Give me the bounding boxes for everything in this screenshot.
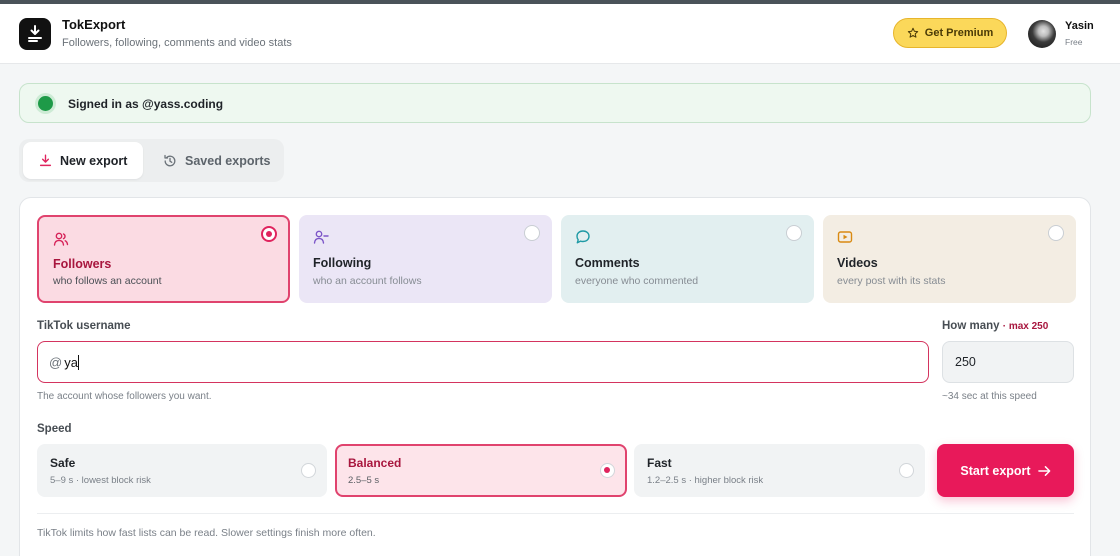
count-value: 250 — [955, 355, 976, 369]
speed-name: Balanced — [348, 456, 402, 470]
type-card-title: Comments — [575, 256, 640, 270]
speed-option-fast[interactable]: Fast 1.2–2.5 s · higher block risk — [634, 444, 925, 497]
username-hint: The account whose followers you want. — [37, 391, 212, 402]
users-icon — [53, 232, 69, 246]
type-card-videos[interactable]: Videos every post with its stats — [823, 215, 1076, 303]
type-card-subtitle: everyone who commented — [575, 275, 699, 287]
count-input[interactable]: 250 — [942, 341, 1074, 383]
speed-option-balanced[interactable]: Balanced 2.5–5 s — [335, 444, 627, 497]
video-play-icon — [837, 231, 853, 243]
speed-desc: 5–9 s · lowest block risk — [50, 475, 151, 486]
type-radio-following[interactable] — [524, 225, 540, 241]
type-card-subtitle: every post with its stats — [837, 275, 946, 287]
tab-saved-exports[interactable]: Saved exports — [159, 142, 279, 179]
get-premium-button[interactable]: Get Premium — [893, 18, 1007, 48]
speed-option-safe[interactable]: Safe 5–9 s · lowest block risk — [37, 444, 327, 497]
type-card-title: Videos — [837, 256, 878, 270]
speed-name: Safe — [50, 456, 76, 470]
tab-new-export[interactable]: New export — [23, 142, 143, 179]
start-export-button[interactable]: Start export — [937, 444, 1074, 497]
username-input[interactable]: @ ya — [37, 341, 929, 383]
star-icon — [907, 27, 918, 38]
text-caret — [77, 354, 79, 370]
app-subtitle: Followers, following, comments and video… — [62, 37, 292, 49]
type-card-following[interactable]: Following who an account follows — [299, 215, 552, 303]
tab-new-export-label: New export — [60, 153, 128, 168]
speed-name: Fast — [647, 456, 672, 470]
start-export-label: Start export — [960, 463, 1031, 478]
speed-desc: 1.2–2.5 s · higher block risk — [647, 475, 764, 486]
type-card-subtitle: who an account follows — [313, 275, 422, 287]
user-plan: Free — [1065, 37, 1083, 47]
speed-label: Speed — [37, 423, 72, 435]
username-prefix: @ — [49, 354, 63, 370]
app-logo — [19, 18, 51, 50]
export-panel: Followers who follows an account Followi… — [19, 197, 1091, 556]
count-label-text: How many — [942, 320, 1000, 332]
app-header: TokExport Followers, following, comments… — [0, 4, 1120, 64]
type-card-subtitle: who follows an account — [53, 275, 162, 287]
type-card-title: Following — [313, 256, 372, 270]
download-logo-icon — [28, 25, 42, 42]
status-dot-icon — [38, 96, 53, 111]
divider — [37, 513, 1074, 514]
type-radio-followers[interactable] — [261, 226, 277, 242]
app-title: TokExport — [62, 17, 126, 32]
username-label: TikTok username — [37, 320, 131, 332]
arrow-right-icon — [1037, 465, 1050, 476]
username-value: ya — [64, 354, 78, 370]
signed-in-text: Signed in as @yass.coding — [68, 97, 224, 111]
speed-footer-note: TikTok limits how fast lists can be read… — [37, 527, 376, 539]
user-name: Yasin — [1065, 20, 1094, 32]
type-card-followers[interactable]: Followers who follows an account — [37, 215, 290, 303]
count-max-text: · max 250 — [1002, 321, 1049, 332]
speed-radio-fast[interactable] — [899, 463, 914, 478]
speed-desc: 2.5–5 s — [348, 475, 380, 486]
export-tabs: New export Saved exports — [19, 139, 284, 182]
type-radio-comments[interactable] — [786, 225, 802, 241]
speed-radio-balanced[interactable] — [600, 463, 615, 478]
type-radio-videos[interactable] — [1048, 225, 1064, 241]
signed-in-banner: Signed in as @yass.coding — [19, 83, 1091, 123]
user-minus-icon — [313, 230, 329, 244]
count-label: How many · max 250 — [942, 320, 1048, 332]
count-hint: ~34 sec at this speed — [942, 391, 1037, 402]
get-premium-label: Get Premium — [924, 27, 994, 39]
tab-saved-exports-label: Saved exports — [185, 153, 271, 168]
chat-bubble-icon — [576, 230, 590, 244]
type-card-title: Followers — [53, 257, 112, 271]
avatar[interactable] — [1028, 20, 1056, 48]
download-icon — [39, 154, 52, 167]
speed-radio-safe[interactable] — [301, 463, 316, 478]
type-card-comments[interactable]: Comments everyone who commented — [561, 215, 814, 303]
history-icon — [164, 154, 176, 166]
